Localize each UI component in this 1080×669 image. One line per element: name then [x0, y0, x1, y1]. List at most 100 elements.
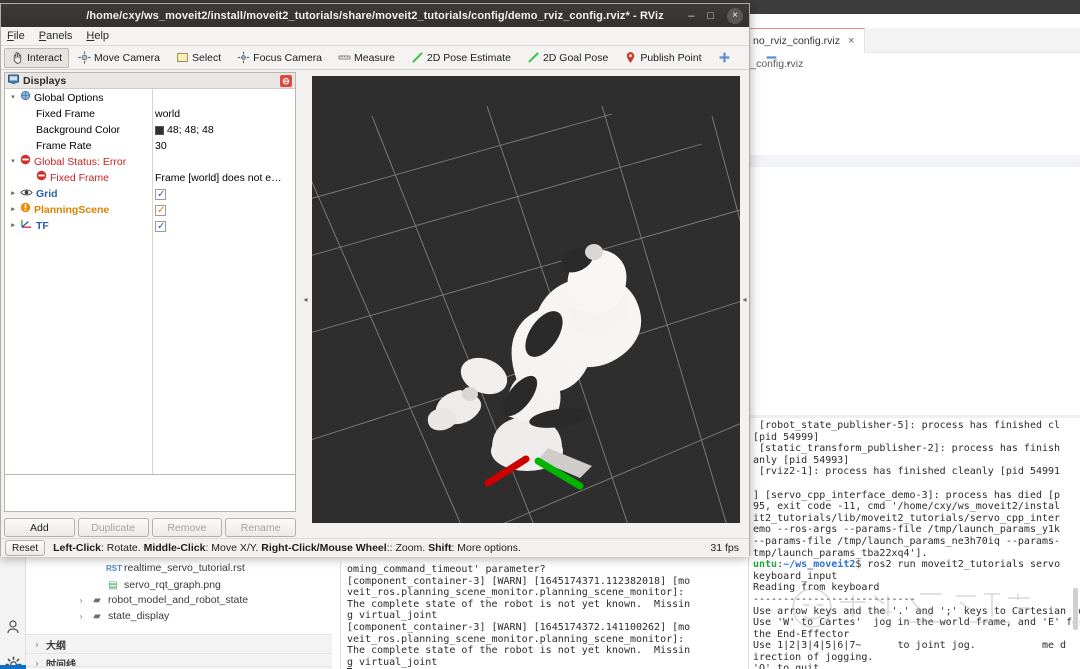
displays-row[interactable]: Frame Rate 30 — [5, 138, 295, 154]
menu-file[interactable]: File — [7, 30, 25, 42]
rviz-window-title: /home/cxy/ws_moveit2/install/moveit2_tut… — [86, 9, 664, 22]
chevron-down-icon[interactable]: ▾ — [9, 90, 17, 106]
toolbar-interact-button[interactable]: Interact — [4, 47, 70, 68]
terminal-line: [component_container-3] [WARN] [16451743… — [347, 621, 691, 633]
explorer-item[interactable]: › ▰ robot_model_and_robot_state — [76, 592, 248, 609]
hand-interact-icon — [11, 51, 24, 64]
visibility-checkbox[interactable] — [155, 187, 166, 203]
close-icon[interactable]: × — [848, 35, 854, 47]
plus-icon[interactable] — [711, 48, 738, 68]
breadcrumb[interactable]: z_config.rviz — [745, 53, 1080, 75]
terminal-line: tmp/launch_params_tba22xq4']. — [753, 547, 928, 559]
explorer-item-label: realtime_servo_tutorial.rst — [124, 562, 245, 574]
displays-row-value[interactable] — [155, 218, 166, 235]
color-swatch[interactable] — [155, 125, 164, 135]
displays-row-value[interactable]: 30 — [155, 138, 167, 154]
toolbar-2d-goal-pose-button[interactable]: 2D Goal Pose — [520, 48, 615, 68]
displays-row[interactable]: ▸ PlanningScene — [5, 202, 295, 219]
displays-row-name: Background Color — [25, 122, 120, 138]
folder-icon: ▰ — [93, 611, 101, 622]
menu-panels[interactable]: Panels — [39, 30, 73, 42]
toolbar-button-label: Measure — [354, 51, 395, 64]
displays-row-value[interactable]: 48; 48; 48 — [155, 122, 214, 138]
terminal-line: 'Q' to quit. — [753, 663, 826, 669]
folder-icon: ▰ — [93, 595, 101, 606]
displays-row[interactable]: Fixed Frame Frame [world] does not e… — [5, 170, 295, 186]
displays-row-value[interactable]: world — [155, 106, 180, 122]
chevron-down-icon[interactable]: ▾ — [9, 154, 17, 170]
terminal-line: Use 'W' to Cartes' jog in the world fram… — [753, 617, 1080, 629]
terminal-right-scrollbar[interactable] — [1073, 588, 1078, 630]
tf-axes-icon — [20, 218, 33, 234]
account-icon[interactable] — [0, 614, 26, 640]
terminal-line: [pid 54999] — [753, 431, 820, 443]
maximize-icon[interactable]: □ — [707, 10, 714, 22]
terminal-line: Reading from keyboard — [753, 582, 880, 594]
explorer-section[interactable]: › 大纲 — [26, 634, 332, 653]
terminal-line: it2_tutorials/lib/moveit2_tutorials/serv… — [753, 512, 1061, 524]
terminal-line: the End-Effector — [753, 628, 1079, 640]
explorer-item[interactable]: RST realtime_servo_tutorial.rst — [92, 560, 245, 577]
chevron-down-icon[interactable]: ▾ — [787, 60, 791, 68]
displays-row[interactable]: ▾ Global Options — [5, 90, 295, 106]
hint-fragment: Left-Click — [53, 542, 101, 554]
hint-fragment: : Move X/Y. — [205, 542, 262, 554]
pose-arrow-icon — [411, 51, 424, 64]
toolbar-button-label: 2D Pose Estimate — [426, 51, 511, 64]
displays-value-text: world — [155, 108, 181, 120]
chevron-right-icon[interactable]: ▸ — [9, 186, 17, 202]
chevron-right-icon[interactable]: ▸ — [9, 202, 17, 218]
displays-tree: ▾ Global Options Fixed Frame world Backgroun… — [5, 90, 295, 235]
displays-row[interactable]: Fixed Frame world — [5, 106, 295, 122]
toolbar-select-button[interactable]: Select — [169, 48, 228, 68]
prompt-user: untu — [753, 559, 778, 571]
toolbar-focus-camera-button[interactable]: Focus Camera — [230, 48, 329, 68]
toolbar-measure-button[interactable]: Measure — [331, 48, 402, 68]
editor-pane[interactable] — [745, 75, 1080, 415]
error-icon — [20, 154, 31, 170]
displays-button-row: Add Duplicate Remove Rename — [4, 518, 296, 537]
hint-fragment: : Rotate. — [100, 542, 144, 554]
displays-row[interactable]: ▸ Grid — [5, 186, 295, 203]
close-icon[interactable]: ⊖ — [280, 75, 292, 87]
menu-help[interactable]: Help — [86, 30, 109, 42]
displays-row-name: Frame Rate — [25, 138, 91, 154]
terminal-line: oming_command_timeout' parameter? — [347, 564, 546, 575]
displays-description-box — [4, 474, 296, 512]
displays-row[interactable]: Background Color 48; 48; 48 — [5, 122, 295, 138]
chevron-right-icon[interactable]: › — [32, 640, 42, 649]
chevron-right-icon[interactable]: › — [76, 592, 86, 609]
displays-row[interactable]: ▸ TF — [5, 218, 295, 235]
toolbar-move-camera-button[interactable]: Move Camera — [71, 48, 167, 68]
terminal-right[interactable]: [robot_state_publisher-5]: process has f… — [748, 418, 1080, 669]
visibility-checkbox[interactable] — [155, 203, 166, 219]
terminal-middle[interactable]: oming_command_timeout' parameter? [compon… — [340, 562, 748, 669]
toolbar-2d-pose-estimate-button[interactable]: 2D Pose Estimate — [404, 48, 518, 68]
minus-icon[interactable] — [758, 48, 785, 68]
displays-row-value[interactable] — [155, 202, 166, 219]
explorer-item[interactable]: › ▰ state_display — [76, 608, 170, 625]
hint-fragment: :: Zoom. — [386, 542, 429, 554]
chevron-right-icon[interactable]: ▸ — [9, 218, 17, 234]
terminal-line: [component_container-3] [WARN] [16451743… — [347, 575, 691, 587]
terminal-line: anly [pid 54993] — [753, 454, 850, 466]
rviz-3d-view[interactable] — [312, 76, 740, 523]
minimize-icon[interactable]: – — [688, 10, 694, 22]
displays-row-value[interactable]: Frame [world] does not e… — [155, 170, 282, 186]
terminal-line: Use 1|2|3|4|5|6|7~ to joint jog. me d — [753, 640, 1067, 652]
left-splitter-handle[interactable]: ◂ — [302, 76, 309, 523]
toolbar-button-label: Select — [191, 51, 222, 64]
chevron-right-icon[interactable]: › — [76, 608, 86, 625]
displays-row-label: Fixed Frame — [36, 108, 95, 120]
toolbar-publish-point-button[interactable]: Publish Point — [617, 48, 708, 68]
visibility-checkbox[interactable] — [155, 219, 166, 235]
terminal-line: Use arrow keys and the '.' and ';' keys … — [753, 605, 1080, 617]
reset-button[interactable]: Reset — [5, 540, 46, 556]
move-camera-icon — [78, 51, 91, 64]
displays-value-text: 30 — [155, 140, 167, 152]
right-splitter-handle[interactable]: ◂ — [741, 76, 748, 523]
close-icon[interactable]: × — [727, 7, 743, 24]
displays-row-value[interactable] — [155, 186, 166, 203]
add-button[interactable]: Add — [4, 518, 75, 537]
displays-row[interactable]: ▾ Global Status: Error — [5, 154, 295, 170]
